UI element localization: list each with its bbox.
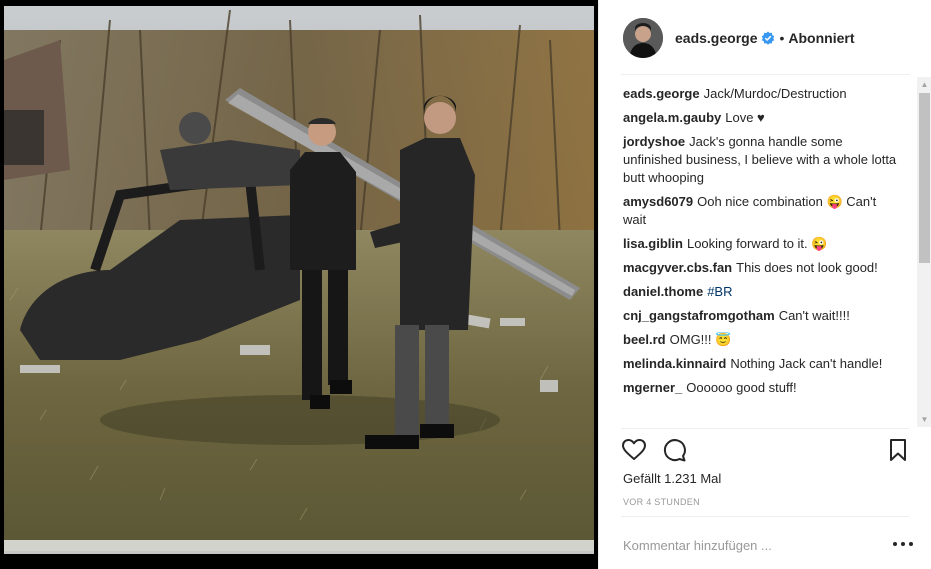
comment-username[interactable]: beel.rd xyxy=(623,332,666,347)
comment-username[interactable]: mgerner_ xyxy=(623,380,682,395)
post-photo[interactable] xyxy=(0,0,598,569)
scrollbar-thumb[interactable] xyxy=(919,93,930,263)
comment-username[interactable]: cnj_gangstafromgotham xyxy=(623,308,775,323)
comment-item: jordyshoe Jack's gonna handle some unfini… xyxy=(623,133,902,187)
scroll-down-arrow-icon[interactable]: ▼ xyxy=(917,412,931,427)
comment-item: beel.rd OMG!!! 😇 xyxy=(623,331,902,349)
comment-username[interactable]: melinda.kinnaird xyxy=(623,356,726,371)
comment-item: cnj_gangstafromgotham Can't wait!!!! xyxy=(623,307,902,325)
comment-username[interactable]: eads.george xyxy=(623,86,700,101)
comment-item: mgerner_ Oooooo good stuff! xyxy=(623,379,902,397)
comment-item: lisa.giblin Looking forward to it. 😜 xyxy=(623,235,902,253)
comment-username[interactable]: macgyver.cbs.fan xyxy=(623,260,732,275)
likes-count[interactable]: Gefällt 1.231 Mal xyxy=(623,471,721,486)
comment-text: This does not look good! xyxy=(736,260,878,275)
comment-item: amysd6079 Ooh nice combination 😜 Can't wa… xyxy=(623,193,902,229)
post-sidebar: eads.george • Abonniert eads.george Jack/… xyxy=(598,0,931,569)
divider xyxy=(621,516,909,517)
follow-status-button[interactable]: Abonniert xyxy=(788,30,854,46)
crashed-helicopter-photo xyxy=(0,0,598,569)
comment-text: Jack/Murdoc/Destruction xyxy=(703,86,847,101)
comment-username[interactable]: jordyshoe xyxy=(623,134,685,149)
bookmark-icon[interactable] xyxy=(885,437,911,463)
scroll-up-arrow-icon[interactable]: ▲ xyxy=(917,77,931,92)
comment-text: Can't wait!!!! xyxy=(778,308,850,323)
header-separator: • xyxy=(779,29,785,46)
comment-text: Looking forward to it. 😜 xyxy=(686,236,828,251)
comment-text: Nothing Jack can't handle! xyxy=(730,356,883,371)
post-actions xyxy=(621,437,911,463)
post-timestamp[interactable]: VOR 4 STUNDEN xyxy=(623,497,700,507)
comment-text: Oooooo good stuff! xyxy=(686,380,797,395)
comment-username[interactable]: amysd6079 xyxy=(623,194,693,209)
comment-username[interactable]: angela.m.gauby xyxy=(623,110,721,125)
hashtag-link[interactable]: #BR xyxy=(707,284,732,299)
speech-bubble-icon[interactable] xyxy=(661,437,687,463)
author-username[interactable]: eads.george xyxy=(675,30,757,46)
comment-item: melinda.kinnaird Nothing Jack can't handl… xyxy=(623,355,902,373)
comment-username[interactable]: daniel.thome xyxy=(623,284,703,299)
verified-badge-icon xyxy=(762,31,775,45)
more-options-icon[interactable] xyxy=(893,537,913,551)
comment-list[interactable]: eads.george Jack/Murdoc/Destruction angel… xyxy=(599,85,931,427)
heart-icon[interactable] xyxy=(621,437,647,463)
author-avatar[interactable] xyxy=(623,17,663,58)
comment-scrollbar[interactable]: ▲ ▼ xyxy=(917,77,931,427)
post-header: eads.george • Abonniert xyxy=(599,0,931,75)
comment-item: angela.m.gauby Love ♥ xyxy=(623,109,902,127)
comment-item: macgyver.cbs.fan This does not look good! xyxy=(623,259,902,277)
divider xyxy=(621,428,909,429)
comment-username[interactable]: lisa.giblin xyxy=(623,236,683,251)
comment-text: OMG!!! 😇 xyxy=(669,332,732,347)
comment-input[interactable] xyxy=(623,535,863,555)
comment-item: daniel.thome #BR xyxy=(623,283,902,301)
comment-text: Love ♥ xyxy=(725,110,765,125)
comment-item: eads.george Jack/Murdoc/Destruction xyxy=(623,85,902,103)
